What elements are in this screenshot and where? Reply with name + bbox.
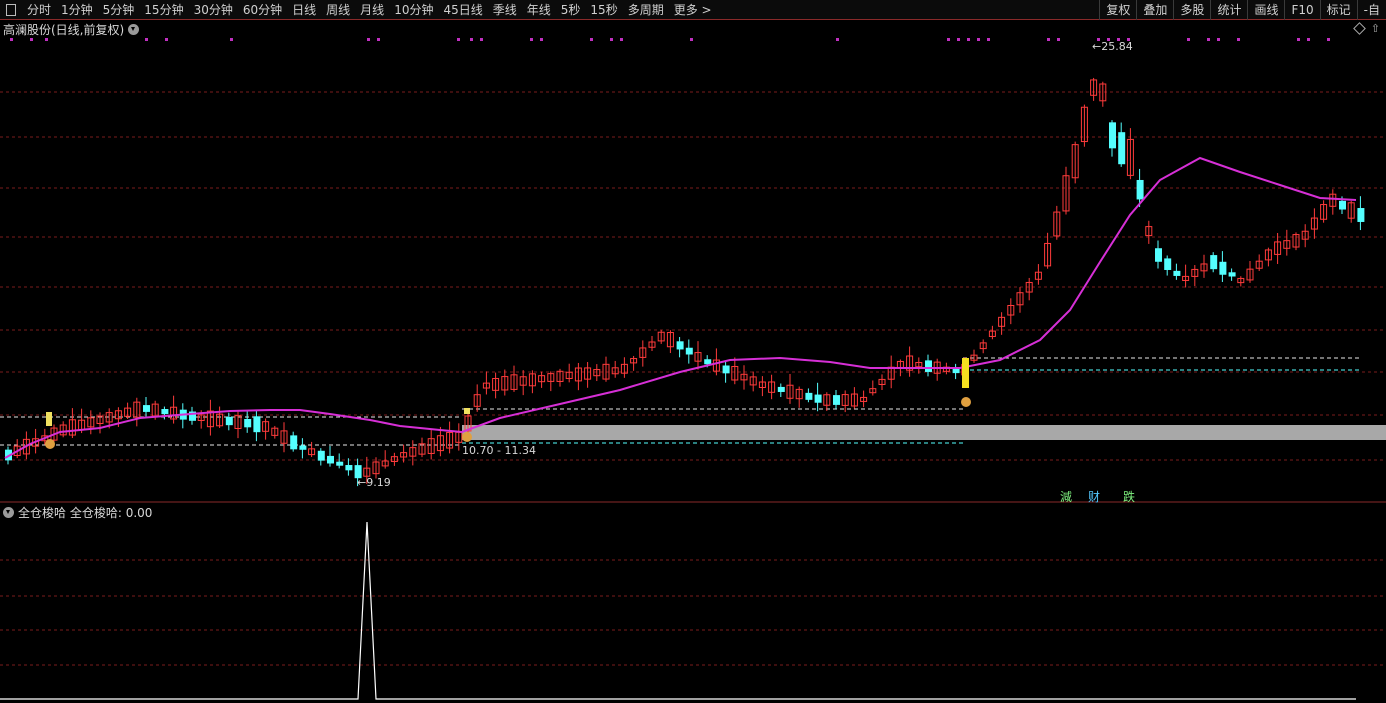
period-tab[interactable]: 分时 [22, 0, 56, 20]
indicator-spike [0, 521, 1356, 700]
period-tab[interactable]: 多周期 [623, 0, 669, 20]
tool-button[interactable]: 复权 [1099, 0, 1136, 20]
period-tab[interactable]: 日线 [287, 0, 321, 20]
stock-title: 高澜股份(日线,前复权) [3, 22, 125, 37]
indicator-value: 全仓梭哈: 0.00 [69, 506, 153, 520]
indicator-dropdown-icon[interactable] [3, 507, 14, 518]
period-tab[interactable]: 月线 [355, 0, 389, 20]
tool-button[interactable]: 多股 [1173, 0, 1210, 20]
period-toolbar: 分时 1分钟 5分钟 15分钟 30分钟 60分钟 日线 周线 月线 10分钟 45日线 季线 年线 5秒… [0, 0, 1386, 20]
high-price-label: ←25.84 [1092, 40, 1133, 53]
price-grid [0, 91, 1386, 461]
range-label: 10.70 - 11.34 [462, 444, 536, 457]
candlesticks [5, 77, 1365, 487]
tool-button[interactable]: F10 [1284, 0, 1319, 20]
signal-text-1: 減 [1060, 490, 1073, 504]
period-tab[interactable]: 年线 [522, 0, 556, 20]
signal-text-3: 跌 [1123, 490, 1136, 504]
moving-average-line [4, 156, 1357, 459]
tool-button[interactable]: -自 [1356, 0, 1386, 20]
indicator-name: 全仓梭哈 [18, 506, 67, 520]
period-tab[interactable]: 周线 [321, 0, 355, 20]
period-tab[interactable]: 季线 [488, 0, 522, 20]
period-tab[interactable]: 15秒 [585, 0, 622, 20]
indicator-header: 全仓梭哈 全仓梭哈: 0.00 [3, 504, 152, 521]
price-zone-band [462, 425, 1386, 440]
period-tab[interactable]: 45日线 [438, 0, 487, 20]
period-tab[interactable]: 5秒 [556, 0, 586, 20]
period-tab[interactable]: 更多 > [669, 0, 717, 20]
signal-text-2: 财 [1088, 490, 1101, 504]
tool-button[interactable]: 叠加 [1136, 0, 1173, 20]
tool-button[interactable]: 统计 [1210, 0, 1247, 20]
expand-up-icon[interactable]: ⇧ [1371, 22, 1380, 35]
period-tab[interactable]: 60分钟 [238, 0, 287, 20]
period-tab[interactable]: 30分钟 [189, 0, 238, 20]
kline-chart[interactable]: ←25.84 ←9.19 10.70 - 11.34 [0, 0, 1386, 703]
low-price-label: ←9.19 [357, 476, 391, 489]
tool-button[interactable]: 画线 [1247, 0, 1284, 20]
chart-header: 高澜股份(日线,前复权) [0, 21, 140, 37]
dropdown-icon[interactable] [128, 23, 140, 35]
indicator-grid [0, 559, 1386, 666]
tool-button[interactable]: 标记 [1319, 0, 1357, 20]
period-tab[interactable]: 5分钟 [98, 0, 140, 20]
period-tab[interactable]: 15分钟 [139, 0, 188, 20]
period-tab[interactable]: 1分钟 [56, 0, 98, 20]
menu-icon[interactable] [6, 3, 16, 16]
period-tab[interactable]: 10分钟 [389, 0, 438, 20]
